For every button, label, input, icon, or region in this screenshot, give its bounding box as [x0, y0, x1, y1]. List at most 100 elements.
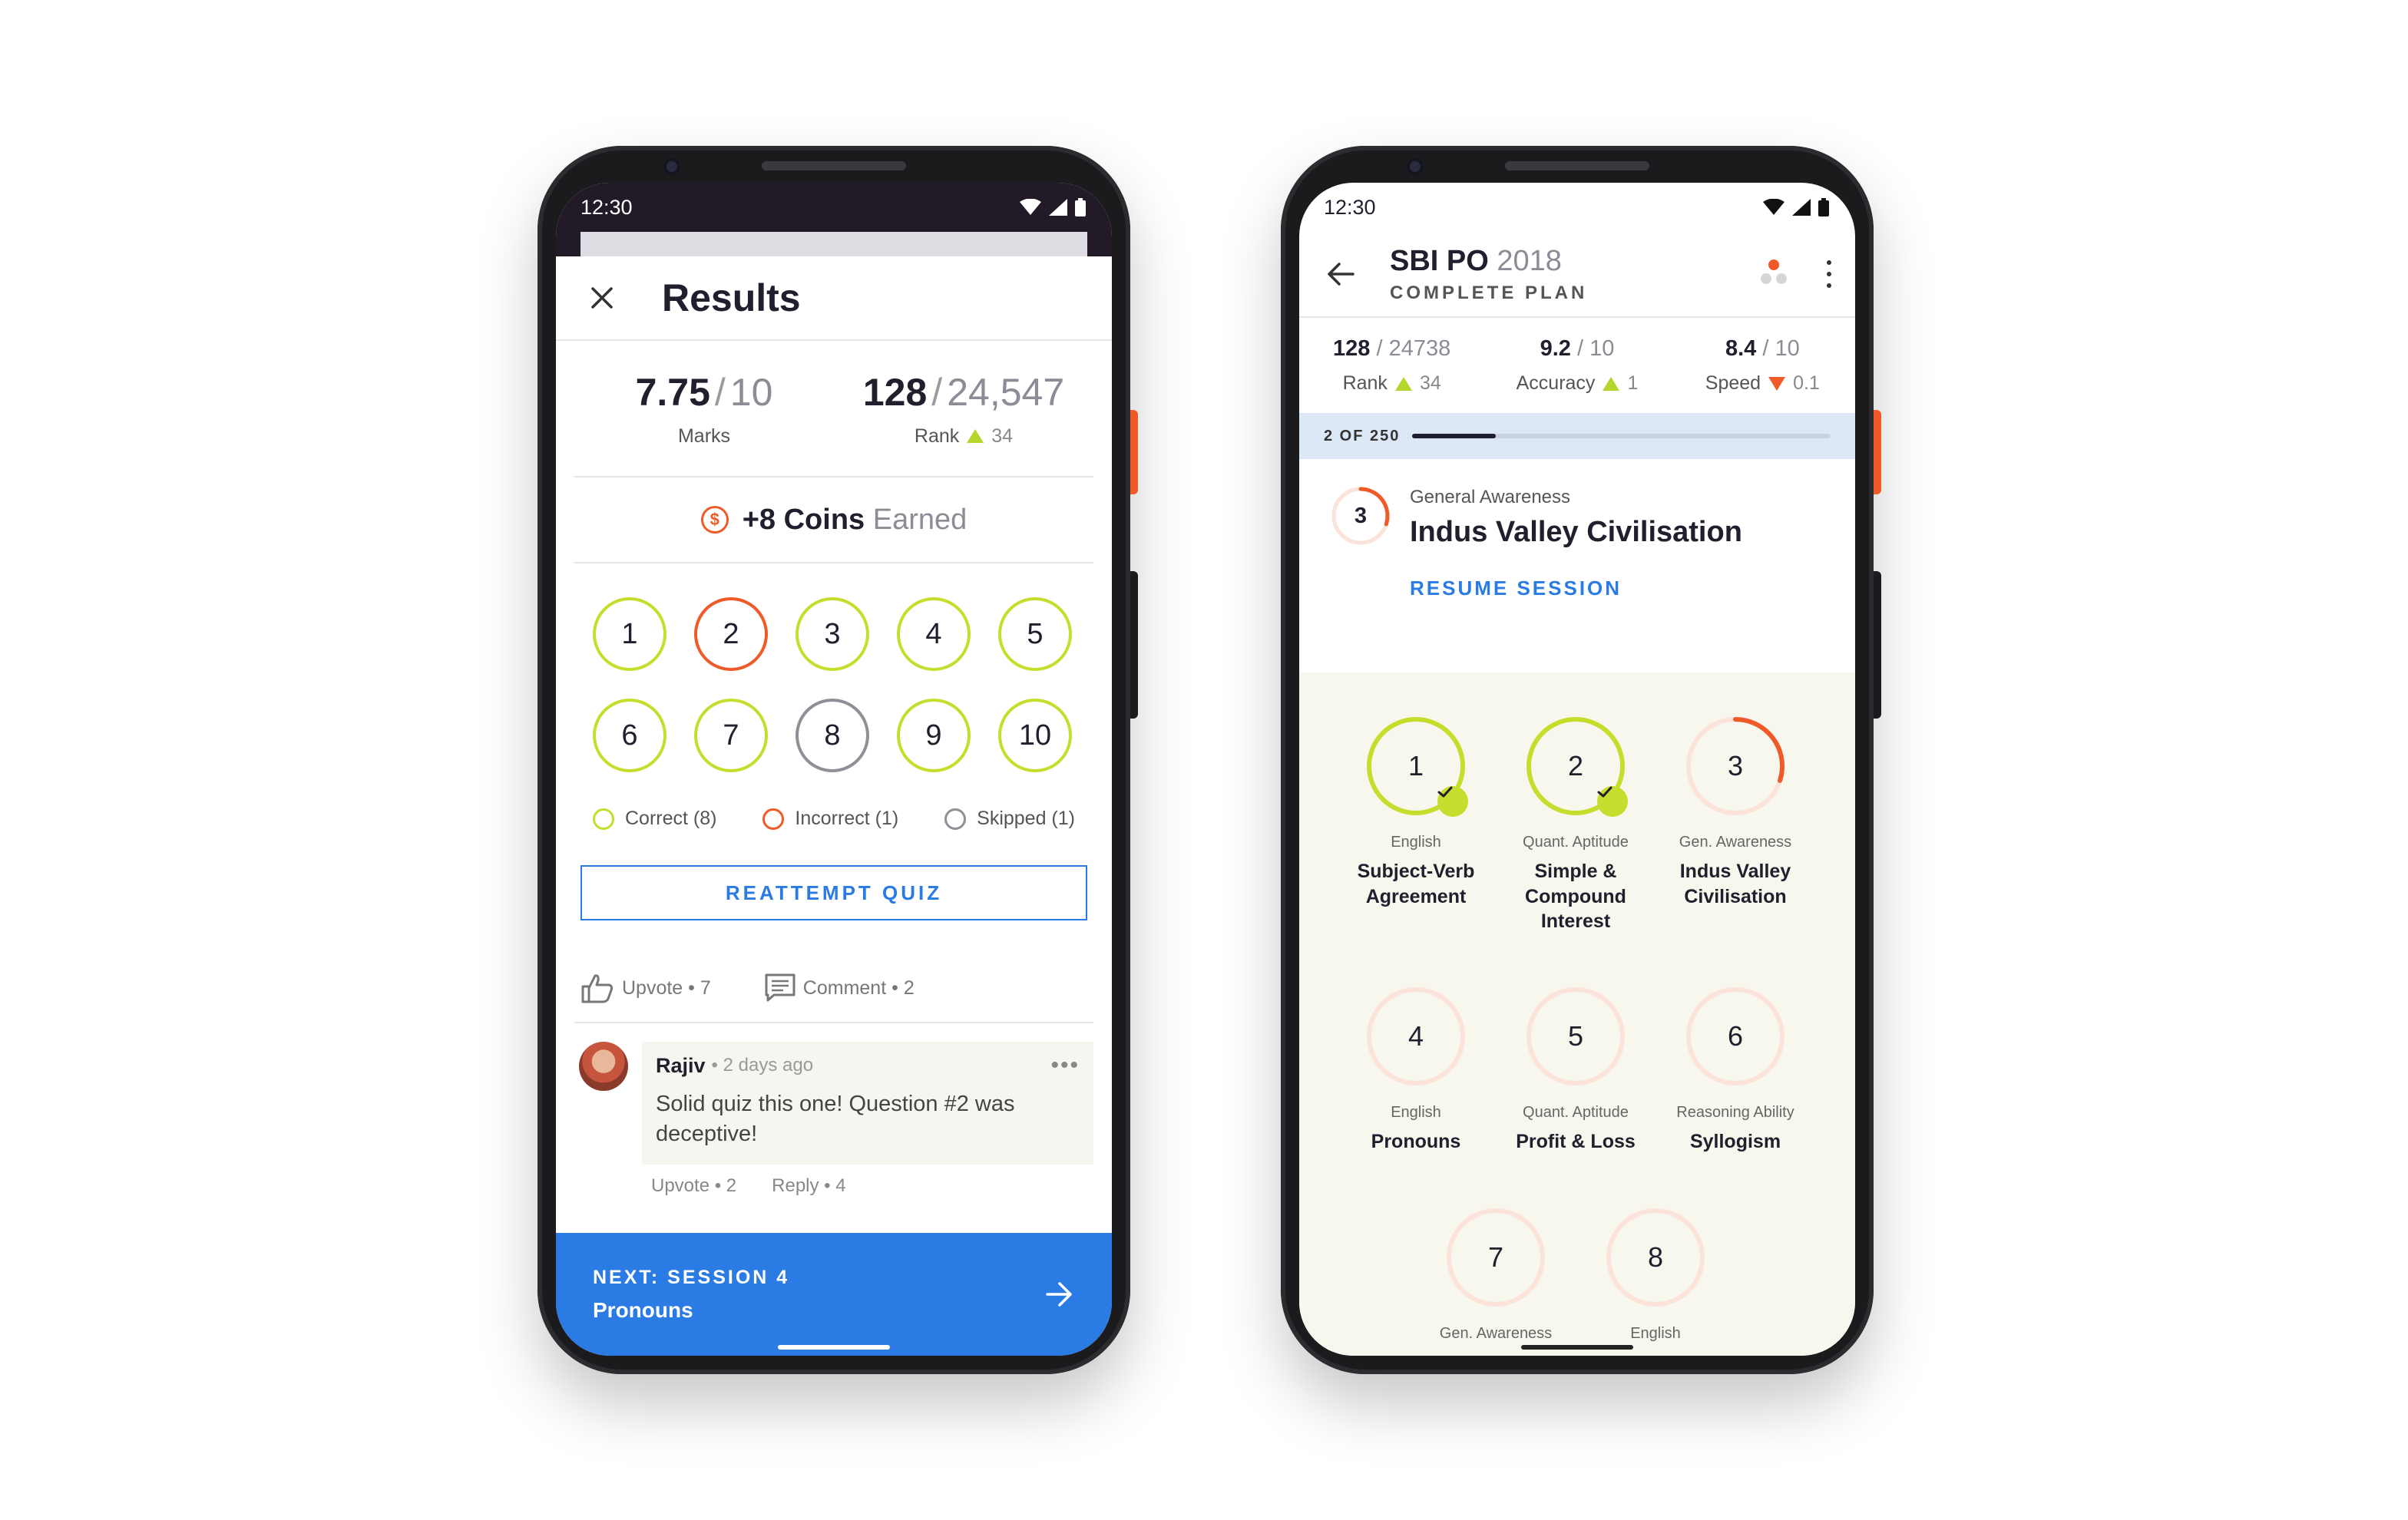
power-button	[1130, 410, 1138, 494]
progress-track	[1412, 434, 1831, 438]
question-8-circle[interactable]: 8	[796, 699, 869, 772]
session-number: 8	[1647, 1241, 1664, 1273]
progress-label: 2 OF 250	[1324, 427, 1401, 444]
coins-amount: +8 Coins	[742, 503, 865, 536]
next-session-button[interactable]: NEXT: SESSION 4 Pronouns	[556, 1233, 1112, 1356]
status-time: 12:30	[580, 195, 633, 219]
rank-score: 128/24,547 Rank 34	[862, 370, 1065, 447]
question-3-circle[interactable]: 3	[796, 597, 869, 671]
status-icons	[1020, 198, 1086, 216]
question-6-circle[interactable]: 6	[593, 699, 666, 772]
comment-upvote-button[interactable]: Upvote • 2	[651, 1175, 736, 1197]
previous-sheet-edge	[556, 232, 1112, 256]
current-session-topic: General Awareness	[1410, 487, 1571, 507]
status-time: 12:30	[1324, 195, 1376, 219]
session-subject: Gen. Awareness	[1679, 834, 1792, 851]
trend-up-icon	[1394, 376, 1412, 391]
session-6[interactable]: 6 Reasoning Ability Syllogism	[1657, 986, 1814, 1155]
session-subject: Gen. Awareness	[1439, 1325, 1553, 1342]
question-7-circle[interactable]: 7	[694, 699, 768, 772]
plan-subtitle: COMPLETE PLAN	[1390, 282, 1588, 303]
stat-delta: 1	[1627, 372, 1639, 394]
stat-speed: 8.4 / 10 Speed 0.1	[1705, 336, 1820, 394]
comment-reply-button[interactable]: Reply • 4	[772, 1175, 845, 1197]
session-8[interactable]: 8 English	[1577, 1207, 1734, 1350]
marks-value: 7.75	[635, 370, 710, 414]
status-bar: 12:30	[1299, 183, 1855, 232]
volume-button	[1874, 571, 1881, 719]
session-ring: 1	[1365, 715, 1468, 817]
trend-down-icon	[1768, 376, 1786, 391]
session-4[interactable]: 4 English Pronouns	[1338, 986, 1494, 1155]
session-title: Simple & Compound Interest	[1525, 861, 1626, 932]
front-camera	[663, 158, 680, 175]
legend-skipped: Skipped (1)	[944, 808, 1075, 830]
rank-delta: 34	[991, 425, 1014, 447]
session-ring: 6	[1685, 986, 1786, 1087]
current-session-card: 3 General Awareness Indus Valley Civilis…	[1299, 459, 1855, 622]
plan-title: SBI PO	[1390, 244, 1489, 277]
session-3[interactable]: 3 Gen. Awareness Indus Valley Civilisation	[1657, 715, 1814, 909]
session-2[interactable]: 2 Quant. Aptitude Simple & Compound Intere…	[1497, 715, 1654, 934]
legend-correct: Correct (8)	[593, 808, 716, 830]
page-title: Results	[662, 276, 801, 319]
home-indicator[interactable]	[778, 1345, 890, 1350]
resume-session-button[interactable]: RESUME SESSION	[1410, 577, 1622, 600]
session-ring: 3	[1685, 715, 1786, 817]
session-number: 4	[1407, 1020, 1424, 1052]
stat-label: Rank	[1342, 372, 1388, 394]
comment-author[interactable]: Rajiv	[656, 1054, 706, 1078]
marks-label: Marks	[677, 425, 731, 447]
score-summary: 7.75/10 Marks 128/24,547 Rank 34	[574, 341, 1093, 477]
progress-fill	[1412, 434, 1497, 438]
session-ring: 8	[1605, 1207, 1706, 1308]
home-indicator[interactable]	[1521, 1345, 1633, 1350]
question-4-circle[interactable]: 4	[897, 597, 971, 671]
overflow-menu-icon[interactable]	[1821, 257, 1837, 291]
trend-up-icon	[1603, 376, 1620, 391]
session-title: Subject-Verb Agreement	[1357, 861, 1475, 907]
comment-item: Rajiv • 2 days ago ••• Solid quiz this o…	[556, 1023, 1112, 1197]
more-options-icon[interactable]: •••	[1050, 1052, 1080, 1079]
incorrect-dot-icon	[762, 808, 785, 830]
legend-correct-label: Correct (8)	[625, 808, 717, 829]
phone-results: 12:30 Results 7.75/10 Marks 128 / 24,547…	[538, 146, 1138, 1374]
question-10-circle[interactable]: 10	[998, 699, 1072, 772]
session-number: 3	[1727, 750, 1744, 781]
reattempt-quiz-button[interactable]: REATTEMPT QUIZ	[580, 865, 1087, 920]
skipped-dot-icon	[944, 808, 967, 830]
earpiece	[762, 161, 906, 170]
comment-bubble: Rajiv • 2 days ago ••• Solid quiz this o…	[642, 1042, 1093, 1165]
back-button[interactable]	[1322, 256, 1359, 292]
comment-count: 2	[903, 976, 915, 999]
session-subject: English	[1391, 1104, 1441, 1121]
question-9-circle[interactable]: 9	[897, 699, 971, 772]
coins-suffix: Earned	[872, 503, 968, 536]
session-1[interactable]: 1 English Subject-Verb Agreement	[1338, 715, 1494, 909]
upvote-button[interactable]: Upvote • 7	[580, 973, 711, 1003]
close-button[interactable]	[579, 275, 625, 321]
comment-button[interactable]: Comment • 2	[765, 973, 915, 1003]
session-7[interactable]: 7 Gen. Awareness	[1417, 1207, 1574, 1350]
status-icons	[1763, 198, 1829, 216]
answer-legend: Correct (8) Incorrect (1) Skipped (1)	[556, 808, 1112, 830]
session-5[interactable]: 5 Quant. Aptitude Profit & Loss	[1497, 986, 1654, 1155]
upvote-count: 7	[700, 976, 711, 999]
question-5-circle[interactable]: 5	[998, 597, 1072, 671]
subject-dots-button[interactable]	[1757, 257, 1791, 291]
rank-label: Rank	[914, 425, 960, 447]
question-1-circle[interactable]: 1	[593, 597, 666, 671]
correct-dot-icon	[593, 808, 614, 830]
battery-icon	[1075, 198, 1086, 216]
coins-earned: $ +8 Coins Earned	[574, 477, 1093, 563]
stat-accuracy: 9.2 / 10 Accuracy 1	[1516, 336, 1639, 394]
phone-plan: 12:30 SBI PO 2018 COMPLETE PLAN 128 / 24…	[1281, 146, 1881, 1374]
session-number: 6	[1727, 1020, 1744, 1052]
arrow-right-icon	[1046, 1282, 1072, 1307]
question-2-circle[interactable]: 2	[694, 597, 768, 671]
avatar[interactable]	[579, 1042, 628, 1091]
legend-incorrect: Incorrect (1)	[762, 808, 898, 830]
stat-total: 10	[1589, 336, 1615, 361]
current-session-title: Indus Valley Civilisation	[1410, 516, 1742, 548]
session-number: 5	[1567, 1020, 1584, 1052]
